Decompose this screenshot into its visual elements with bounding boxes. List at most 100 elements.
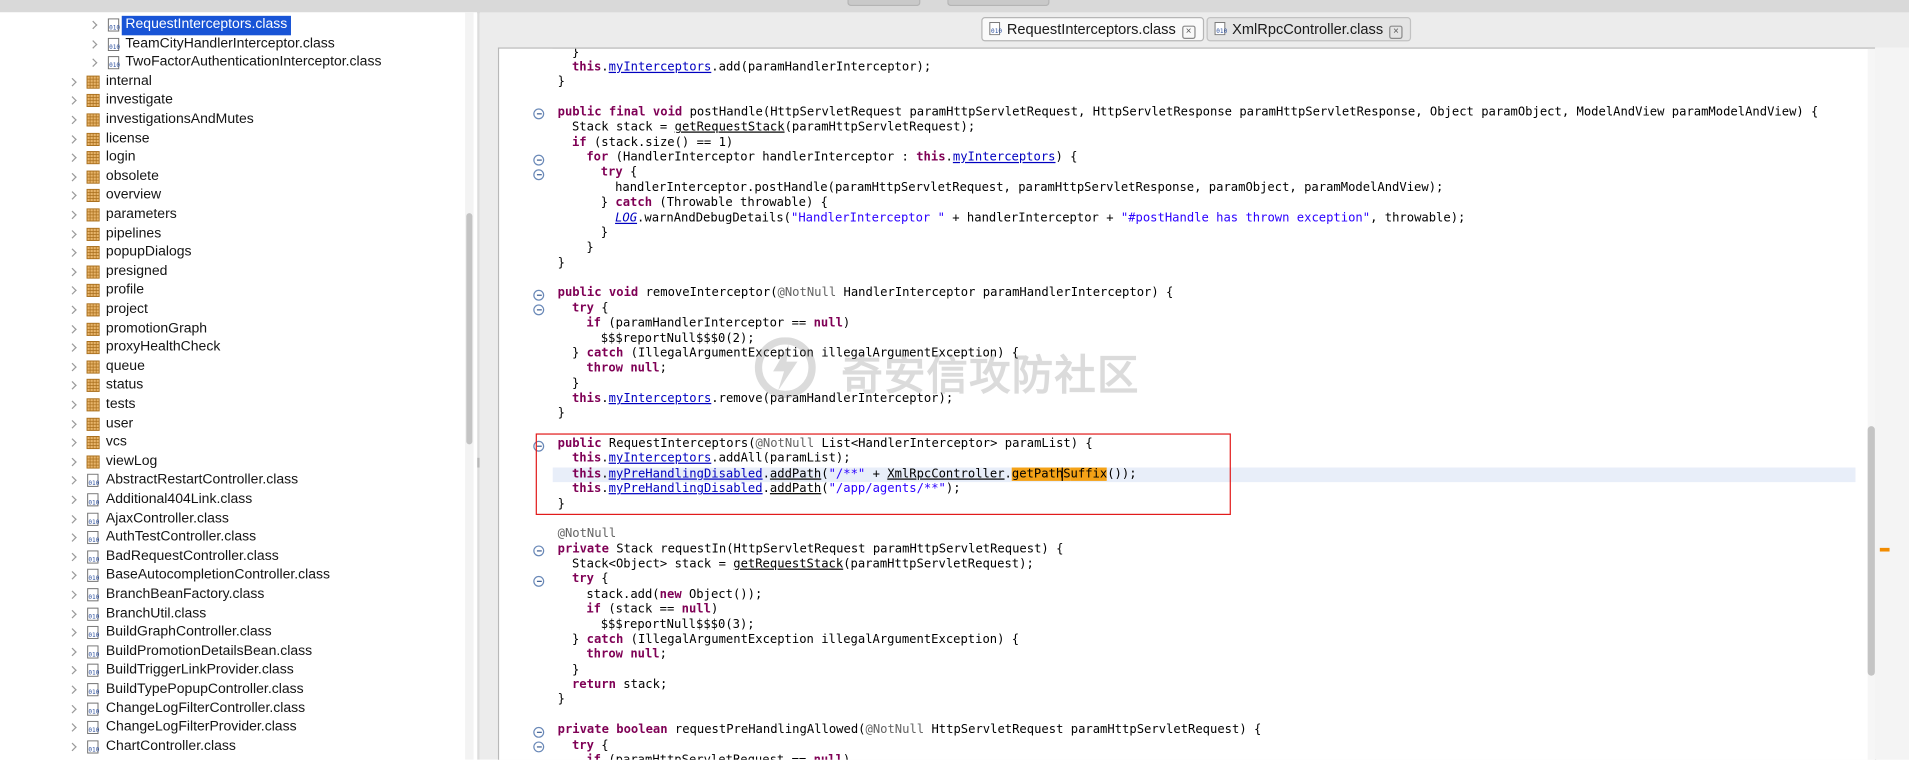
chevron-right-icon[interactable]	[68, 529, 78, 547]
chevron-right-icon[interactable]	[68, 206, 78, 224]
fold-toggle-icon[interactable]	[533, 545, 545, 557]
editor-scrollbar-thumb[interactable]	[1867, 426, 1875, 676]
chevron-right-icon[interactable]	[68, 73, 78, 91]
tree-item-package[interactable]: promotionGraph	[0, 320, 463, 339]
fold-toggle-icon[interactable]	[533, 575, 545, 587]
explorer-scrollbar[interactable]	[465, 12, 474, 760]
chevron-right-icon[interactable]	[89, 54, 99, 72]
tree-item-package[interactable]: license	[0, 130, 463, 149]
overview-ruler[interactable]	[1874, 47, 1909, 760]
chevron-right-icon[interactable]	[68, 396, 78, 414]
tree-item-class[interactable]: 010 AbstractRestartController.class	[0, 472, 463, 491]
chevron-right-icon[interactable]	[68, 92, 78, 110]
chevron-right-icon[interactable]	[68, 434, 78, 452]
chevron-right-icon[interactable]	[68, 168, 78, 186]
chevron-right-icon[interactable]	[68, 149, 78, 167]
tree-item-class[interactable]: 010 BranchUtil.class	[0, 605, 463, 624]
chevron-right-icon[interactable]	[68, 510, 78, 528]
chevron-right-icon[interactable]	[68, 700, 78, 718]
tree-item-class[interactable]: 010 BuildGraphController.class	[0, 624, 463, 643]
tree-item-package[interactable]: status	[0, 377, 463, 396]
chevron-right-icon[interactable]	[68, 339, 78, 357]
chevron-right-icon[interactable]	[68, 453, 78, 471]
tree-item-package[interactable]: tests	[0, 396, 463, 415]
chevron-right-icon[interactable]	[68, 472, 78, 490]
chevron-right-icon[interactable]	[68, 738, 78, 756]
tree-item-package[interactable]: pipelines	[0, 225, 463, 244]
chevron-right-icon[interactable]	[68, 263, 78, 281]
tab-xmlrpccontroller[interactable]: 010 XmlRpcController.class ×	[1206, 17, 1412, 42]
chevron-right-icon[interactable]	[68, 548, 78, 566]
tree-item-package[interactable]: parameters	[0, 206, 463, 225]
fold-toggle-icon[interactable]	[533, 304, 545, 316]
chevron-right-icon[interactable]	[89, 35, 99, 53]
chevron-right-icon[interactable]	[68, 491, 78, 509]
tree-item-package[interactable]: investigate	[0, 92, 463, 111]
fold-toggle-icon[interactable]	[533, 726, 545, 738]
tree-item-class[interactable]: 010 TeamCityHandlerInterceptor.class	[0, 35, 463, 54]
tree-item-package[interactable]: popupDialogs	[0, 244, 463, 263]
chevron-right-icon[interactable]	[68, 567, 78, 585]
fold-toggle-icon[interactable]	[533, 289, 545, 301]
tree-item-class[interactable]: 010 BaseAutocompletionController.class	[0, 567, 463, 586]
fold-toggle-icon[interactable]	[533, 154, 545, 166]
tab-requestinterceptors[interactable]: 010 RequestInterceptors.class ×	[981, 17, 1204, 42]
tree-item-class[interactable]: 010 AuthTestController.class	[0, 529, 463, 548]
tree-item-class[interactable]: 010 BadRequestController.class	[0, 548, 463, 567]
chevron-right-icon[interactable]	[68, 681, 78, 699]
fold-toggle-icon[interactable]	[533, 169, 545, 181]
tree-item-package[interactable]: user	[0, 415, 463, 434]
chevron-right-icon[interactable]	[68, 377, 78, 395]
close-icon[interactable]: ×	[1181, 25, 1196, 39]
tree-item-class[interactable]: 010 BuildTriggerLinkProvider.class	[0, 662, 463, 681]
tree-item-class[interactable]: 010 BuildPromotionDetailsBean.class	[0, 643, 463, 662]
chevron-right-icon[interactable]	[68, 282, 78, 300]
tree-item-package[interactable]: internal	[0, 73, 463, 92]
chevron-right-icon[interactable]	[68, 624, 78, 642]
tree-item-class[interactable]: 010 Additional404Link.class	[0, 491, 463, 510]
chevron-right-icon[interactable]	[68, 643, 78, 661]
tree-item-class[interactable]: 010 ChartController.class	[0, 738, 463, 757]
tree-item-package[interactable]: overview	[0, 187, 463, 206]
chevron-right-icon[interactable]	[68, 662, 78, 680]
chevron-right-icon[interactable]	[68, 244, 78, 262]
chevron-right-icon[interactable]	[89, 16, 99, 34]
tree-item-package[interactable]: queue	[0, 358, 463, 377]
tree-item-package[interactable]: profile	[0, 282, 463, 301]
chevron-right-icon[interactable]	[68, 358, 78, 376]
fold-toggle-icon[interactable]	[533, 741, 545, 753]
chevron-right-icon[interactable]	[68, 225, 78, 243]
tree-item-package[interactable]: investigationsAndMutes	[0, 111, 463, 130]
tree-item-package[interactable]: vcs	[0, 434, 463, 453]
chevron-right-icon[interactable]	[68, 301, 78, 319]
tree-item-package[interactable]: proxyHealthCheck	[0, 339, 463, 358]
toolbar-segment-left[interactable]	[847, 0, 921, 7]
chevron-right-icon[interactable]	[68, 130, 78, 148]
tree-item-class[interactable]: 010 RequestInterceptors.class	[0, 15, 463, 35]
tree-item-package[interactable]: obsolete	[0, 168, 463, 187]
chevron-right-icon[interactable]	[68, 586, 78, 604]
tree-item-package[interactable]: viewLog	[0, 453, 463, 472]
tree-item-class[interactable]: 010 TwoFactorAuthenticationInterceptor.cl…	[0, 54, 463, 73]
chevron-right-icon[interactable]	[68, 605, 78, 623]
chevron-right-icon[interactable]	[68, 187, 78, 205]
editor-scrollbar[interactable]	[1867, 48, 1875, 760]
tree-item-class[interactable]: 010 AjaxController.class	[0, 510, 463, 529]
chevron-right-icon[interactable]	[68, 719, 78, 737]
chevron-right-icon[interactable]	[68, 111, 78, 129]
tree-item-class[interactable]: 010 BranchBeanFactory.class	[0, 586, 463, 605]
occurrence-marker[interactable]	[1879, 547, 1890, 552]
tree-item-package[interactable]: presigned	[0, 263, 463, 282]
tree-item-class[interactable]: 010 ChangeLogFilterProvider.class	[0, 719, 463, 738]
explorer-scrollbar-thumb[interactable]	[466, 213, 473, 445]
fold-toggle-icon[interactable]	[533, 108, 545, 120]
tree-item-package[interactable]: project	[0, 301, 463, 320]
tree-item-class[interactable]: 010 ChangeLogFilterController.class	[0, 700, 463, 719]
toolbar-segment-right[interactable]	[947, 0, 1050, 7]
chevron-right-icon[interactable]	[68, 415, 78, 433]
close-icon[interactable]: ×	[1389, 25, 1403, 39]
tree-item-class[interactable]: 010 BuildTypePopupController.class	[0, 681, 463, 700]
tree-item-package[interactable]: login	[0, 149, 463, 168]
code-editor[interactable]: } this.myInterceptors.add(paramHandlerInt…	[497, 47, 1877, 760]
chevron-right-icon[interactable]	[68, 320, 78, 338]
